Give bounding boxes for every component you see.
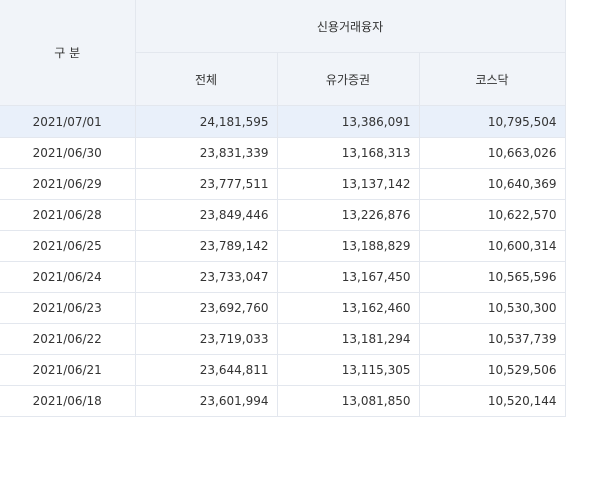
row-kosdaq: 10,622,570 <box>419 199 566 231</box>
table-row: 2021/06/23 23,692,760 13,162,460 10,530,… <box>0 292 566 324</box>
header-col-kospi: 유가증권 <box>277 52 420 106</box>
row-date: 2021/06/22 <box>0 323 136 355</box>
row-kosdaq: 10,795,504 <box>419 105 566 138</box>
row-kospi: 13,167,450 <box>277 261 420 293</box>
row-total: 23,644,811 <box>135 354 278 386</box>
row-kospi: 13,115,305 <box>277 354 420 386</box>
header-col-kosdaq: 코스닥 <box>419 52 566 106</box>
row-kospi: 13,168,313 <box>277 137 420 169</box>
row-date: 2021/06/30 <box>0 137 136 169</box>
table-row: 2021/06/25 23,789,142 13,188,829 10,600,… <box>0 230 566 262</box>
row-total: 23,789,142 <box>135 230 278 262</box>
row-date: 2021/06/25 <box>0 230 136 262</box>
row-kosdaq: 10,663,026 <box>419 137 566 169</box>
row-kosdaq: 10,600,314 <box>419 230 566 262</box>
table-row: 2021/06/18 23,601,994 13,081,850 10,520,… <box>0 385 566 417</box>
table-row: 2021/06/29 23,777,511 13,137,142 10,640,… <box>0 168 566 200</box>
row-total: 23,733,047 <box>135 261 278 293</box>
row-kospi: 13,226,876 <box>277 199 420 231</box>
row-total: 23,601,994 <box>135 385 278 417</box>
row-kospi: 13,386,091 <box>277 105 420 138</box>
row-kospi: 13,081,850 <box>277 385 420 417</box>
page: 구 분 신용거래융자 전체 유가증권 코스닥 2021/07/01 24,181… <box>0 0 600 494</box>
header-group: 신용거래융자 <box>135 0 566 53</box>
table-row: 2021/07/01 24,181,595 13,386,091 10,795,… <box>0 105 566 138</box>
row-kospi: 13,162,460 <box>277 292 420 324</box>
row-total: 23,719,033 <box>135 323 278 355</box>
table-row: 2021/06/28 23,849,446 13,226,876 10,622,… <box>0 199 566 231</box>
row-kosdaq: 10,529,506 <box>419 354 566 386</box>
table-row: 2021/06/22 23,719,033 13,181,294 10,537,… <box>0 323 566 355</box>
row-date: 2021/06/18 <box>0 385 136 417</box>
row-date: 2021/06/24 <box>0 261 136 293</box>
header-category: 구 분 <box>0 0 136 106</box>
row-total: 23,849,446 <box>135 199 278 231</box>
row-kosdaq: 10,537,739 <box>419 323 566 355</box>
table-row: 2021/06/30 23,831,339 13,168,313 10,663,… <box>0 137 566 169</box>
row-kosdaq: 10,520,144 <box>419 385 566 417</box>
row-kospi: 13,137,142 <box>277 168 420 200</box>
row-total: 23,777,511 <box>135 168 278 200</box>
row-date: 2021/06/21 <box>0 354 136 386</box>
table-row: 2021/06/21 23,644,811 13,115,305 10,529,… <box>0 354 566 386</box>
table-row: 2021/06/24 23,733,047 13,167,450 10,565,… <box>0 261 566 293</box>
row-kosdaq: 10,565,596 <box>419 261 566 293</box>
row-date: 2021/06/23 <box>0 292 136 324</box>
table-body: 2021/07/01 24,181,595 13,386,091 10,795,… <box>0 105 566 417</box>
row-date: 2021/07/01 <box>0 105 136 138</box>
row-kosdaq: 10,640,369 <box>419 168 566 200</box>
row-kospi: 13,181,294 <box>277 323 420 355</box>
row-kosdaq: 10,530,300 <box>419 292 566 324</box>
row-total: 23,831,339 <box>135 137 278 169</box>
header-col-total: 전체 <box>135 52 278 106</box>
credit-loan-table: 구 분 신용거래융자 전체 유가증권 코스닥 2021/07/01 24,181… <box>0 0 566 417</box>
table-header: 구 분 신용거래융자 전체 유가증권 코스닥 <box>0 0 566 106</box>
row-total: 23,692,760 <box>135 292 278 324</box>
row-date: 2021/06/28 <box>0 199 136 231</box>
row-total: 24,181,595 <box>135 105 278 138</box>
row-kospi: 13,188,829 <box>277 230 420 262</box>
row-date: 2021/06/29 <box>0 168 136 200</box>
